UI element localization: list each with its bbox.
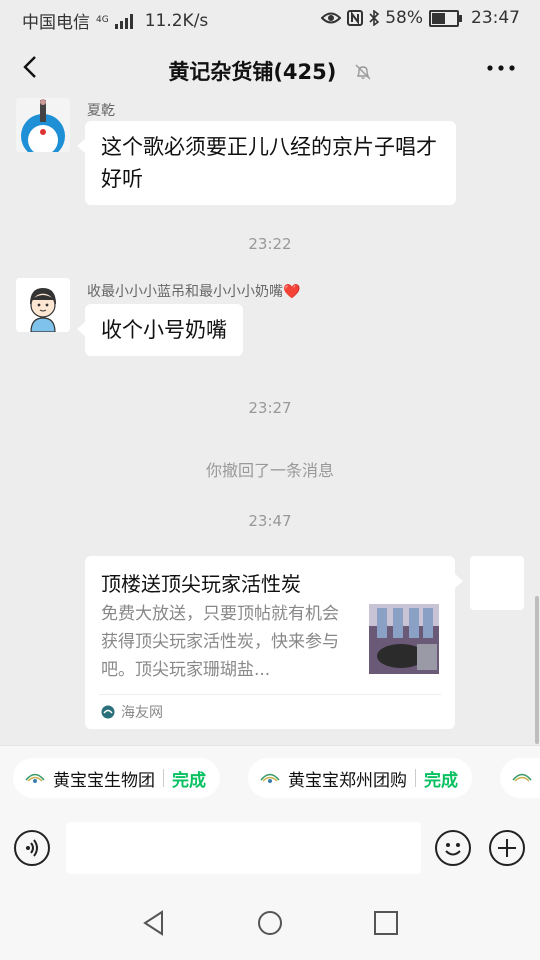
eye-logo-icon [512, 773, 532, 782]
battery-icon [429, 9, 462, 27]
card-divider [99, 694, 441, 695]
eye-logo-icon [25, 773, 45, 783]
group-chips-bar: 黄宝宝生物团 完成 黄宝宝郑州团购 完成 [0, 745, 540, 811]
chip-item[interactable]: 黄宝宝生物团 完成 [13, 758, 220, 798]
network-badge: 4G [96, 15, 109, 25]
doraemon-avatar-image [16, 98, 70, 152]
chip-name: 黄宝宝郑州团购 [288, 770, 407, 791]
more-icon[interactable] [486, 58, 516, 78]
nav-home-icon[interactable] [256, 909, 284, 937]
input-bar [0, 810, 540, 885]
message-text: 这个歌必须要正儿八经的京片子唱才好听 [101, 135, 437, 191]
chip-status: 完成 [172, 770, 206, 791]
emoji-icon[interactable] [435, 830, 471, 866]
eye-icon [321, 12, 342, 24]
card-description: 免费大放送，只要顶帖就有机会获得顶尖玩家活性炭，快来参与吧。顶尖玩家珊瑚盐... [101, 604, 339, 680]
plus-icon[interactable] [489, 830, 525, 866]
card-thumbnail [369, 604, 439, 674]
system-nav-bar [0, 885, 540, 960]
chip-item[interactable]: 黄宝宝郑州团购 完成 [248, 758, 472, 798]
voice-glyph-icon [26, 839, 38, 857]
chat-title-wrap: 黄记杂货铺(425) [0, 56, 540, 86]
timestamp: 23:22 [248, 235, 292, 253]
status-time: 23:47 [471, 8, 520, 28]
nav-recent-icon[interactable] [372, 909, 400, 937]
sender-name: 收最小小小蓝吊和最小小小奶嘴❤️ [87, 284, 301, 300]
sender-name: 夏乾 [87, 103, 115, 119]
chip-status: 完成 [424, 770, 458, 791]
avatar[interactable] [16, 98, 70, 152]
message-text: 收个小号奶嘴 [101, 318, 227, 342]
bluetooth-icon [369, 10, 380, 26]
card-title: 顶楼送顶尖玩家活性炭 [101, 572, 301, 596]
message-input[interactable] [66, 822, 421, 874]
message-bubble[interactable]: 这个歌必须要正儿八经的京片子唱才好听 [77, 121, 456, 205]
timestamp: 23:47 [248, 512, 292, 530]
voice-icon[interactable] [14, 830, 50, 866]
my-avatar[interactable] [470, 556, 524, 610]
status-bar: 中国电信 4G 11.2K/s 58% 23:47 [0, 0, 540, 36]
link-card[interactable]: 顶楼送顶尖玩家活性炭 免费大放送，只要顶帖就有机会获得顶尖玩家活性炭，快来参与吧… [85, 556, 463, 729]
message-bubble[interactable]: 收个小号奶嘴 [77, 304, 243, 356]
card-source-label: 海友网 [121, 705, 163, 721]
timestamp: 23:27 [248, 399, 292, 417]
chip-separator [163, 769, 164, 787]
avatar[interactable] [16, 278, 70, 332]
nfc-icon [347, 10, 364, 26]
source-logo-icon [101, 705, 115, 719]
emoji-glyph-icon [445, 843, 461, 856]
chat-header: 黄记杂货铺(425) [0, 36, 540, 100]
chip-separator [415, 769, 416, 787]
status-right: 58% 23:47 [321, 8, 520, 28]
card-source: 海友网 [101, 702, 163, 722]
mute-icon [355, 64, 371, 80]
chip-item-partial[interactable] [500, 758, 540, 798]
boy-avatar-image [16, 278, 70, 332]
recall-notice: 你撤回了一条消息 [205, 461, 334, 480]
carrier-label: 中国电信 [22, 13, 90, 33]
nav-back-icon[interactable] [140, 909, 168, 937]
battery-percent: 58% [385, 8, 423, 28]
status-left: 中国电信 4G 11.2K/s [22, 8, 209, 34]
plus-glyph-icon [498, 839, 516, 857]
eye-logo-icon [260, 773, 280, 783]
chat-title: 黄记杂货铺(425) [168, 60, 337, 84]
network-speed: 11.2K/s [144, 10, 209, 31]
chip-name: 黄宝宝生物团 [53, 770, 155, 791]
signal-icon [114, 13, 133, 29]
scrollbar[interactable] [535, 596, 539, 744]
